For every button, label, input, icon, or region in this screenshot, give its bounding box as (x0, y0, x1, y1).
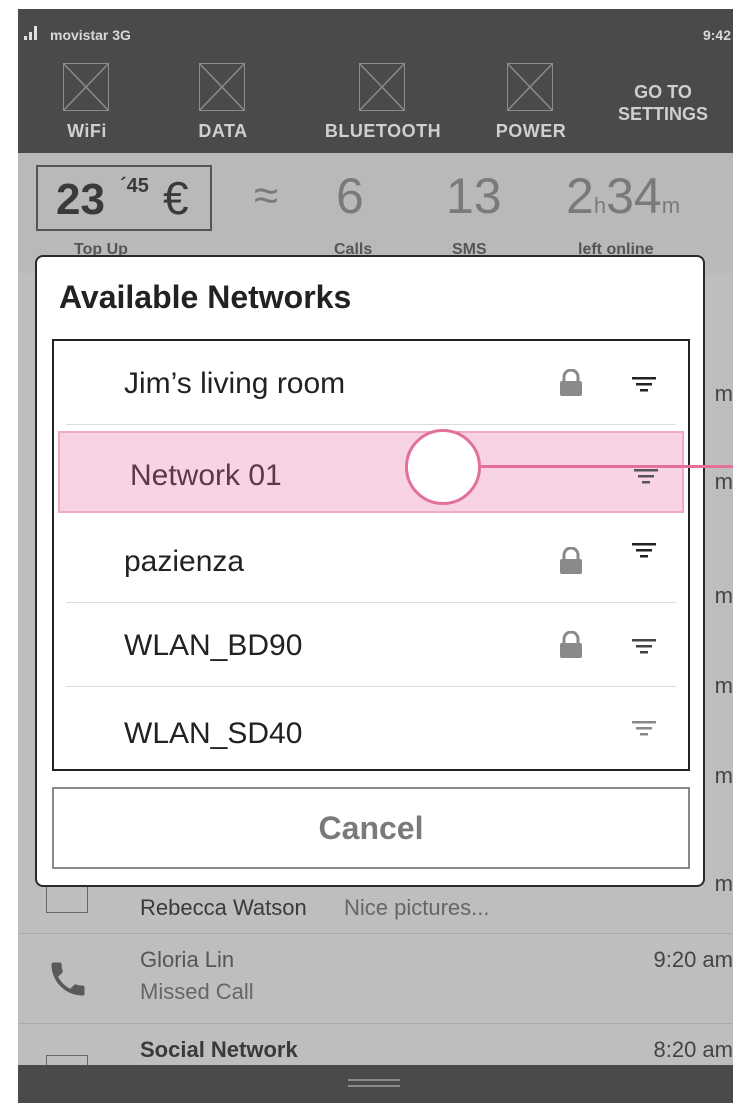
drawer-handle-icon-line (348, 1085, 400, 1087)
balance-integer: 23 (56, 175, 105, 224)
list-item[interactable]: Gloria Lin Missed Call 9:20 am (18, 935, 733, 1024)
wifi-signal-icon (632, 721, 656, 736)
list-item-time: m (714, 381, 733, 406)
wifi-toggle[interactable]: WiFi (32, 63, 142, 149)
list-item-name: Gloria Lin (140, 947, 235, 972)
list-item-name: Social Network (140, 1037, 298, 1062)
go-to-settings-line1: GO TO (634, 82, 692, 102)
list-item-time: 9:20 am (653, 947, 733, 972)
approx-symbol: ≈ (254, 171, 279, 220)
divider (66, 423, 676, 425)
list-item-time: m (714, 673, 733, 698)
go-to-settings-button[interactable]: GO TO SETTINGS (598, 81, 728, 125)
currency-symbol: € (163, 172, 189, 224)
status-bar: movistar 3G 9:42 (18, 9, 733, 57)
network-name: WLAN_SD40 (124, 717, 303, 750)
list-item-time: m (714, 763, 733, 788)
network-name: Jim’s living room (124, 367, 346, 400)
cancel-button[interactable]: Cancel (52, 787, 690, 869)
bluetooth-toggle-icon (359, 63, 405, 111)
touch-indicator-line (481, 465, 733, 468)
network-name: pazienza (124, 545, 245, 578)
dialog-title: Available Networks (59, 279, 352, 315)
hours-left: 2h34m (566, 168, 681, 224)
network-list: Jim’s living room Network 01 pazienza WL… (52, 339, 690, 771)
network-item-selected[interactable]: Network 01 (58, 431, 684, 513)
network-name: Network 01 (130, 459, 282, 492)
network-item[interactable]: WLAN_SD40 (54, 687, 688, 771)
touch-indicator (405, 429, 481, 505)
clock: 9:42 (702, 27, 731, 43)
list-item-name: Rebecca Watson (140, 895, 307, 920)
network-item[interactable]: pazienza (54, 519, 688, 603)
list-item-time: 8:20 am (653, 1037, 733, 1062)
bluetooth-toggle-label: BLUETOOTH (324, 121, 442, 141)
topup-balance[interactable]: 23 ´45 € (36, 165, 212, 231)
wifi-toggle-label: WiFi (67, 121, 107, 141)
network-name: WLAN_BD90 (124, 629, 303, 662)
network-item[interactable]: Jim’s living room (54, 341, 688, 425)
wifi-toggle-icon (63, 63, 109, 111)
list-item-preview: Nice pictures... (344, 895, 490, 920)
list-item-preview: Missed Call (140, 979, 254, 1004)
data-toggle-icon (199, 63, 245, 111)
wifi-signal-icon (634, 469, 658, 484)
wifi-signal-icon (632, 543, 656, 558)
power-toggle-icon (507, 63, 553, 111)
lock-icon (560, 369, 582, 396)
lock-icon (560, 631, 582, 658)
wifi-signal-icon (632, 639, 656, 654)
calls-count: 6 (336, 168, 364, 224)
go-to-settings-line2: SETTINGS (617, 104, 708, 124)
data-toggle[interactable]: DATA (168, 63, 278, 149)
wifi-signal-icon (632, 377, 656, 392)
data-toggle-label: DATA (198, 121, 248, 141)
phone-icon (51, 962, 85, 996)
lock-icon (560, 547, 582, 574)
balance-cents: ´45 (120, 175, 149, 197)
power-toggle-label: POWER (495, 121, 567, 141)
signal-icon (24, 26, 46, 40)
list-item-time: m (714, 583, 733, 608)
list-item-time: m (714, 871, 733, 896)
power-toggle[interactable]: POWER (476, 63, 586, 149)
list-item-time: m (714, 469, 733, 494)
carrier-label: movistar 3G (50, 27, 131, 43)
sms-count: 13 (446, 168, 502, 224)
available-networks-dialog: Available Networks Jim’s living room Net… (35, 255, 705, 887)
bluetooth-toggle[interactable]: BLUETOOTH (318, 63, 448, 149)
bottom-bar (18, 1065, 733, 1103)
drawer-handle-icon[interactable] (348, 1079, 400, 1081)
network-item[interactable]: WLAN_BD90 (54, 603, 688, 687)
